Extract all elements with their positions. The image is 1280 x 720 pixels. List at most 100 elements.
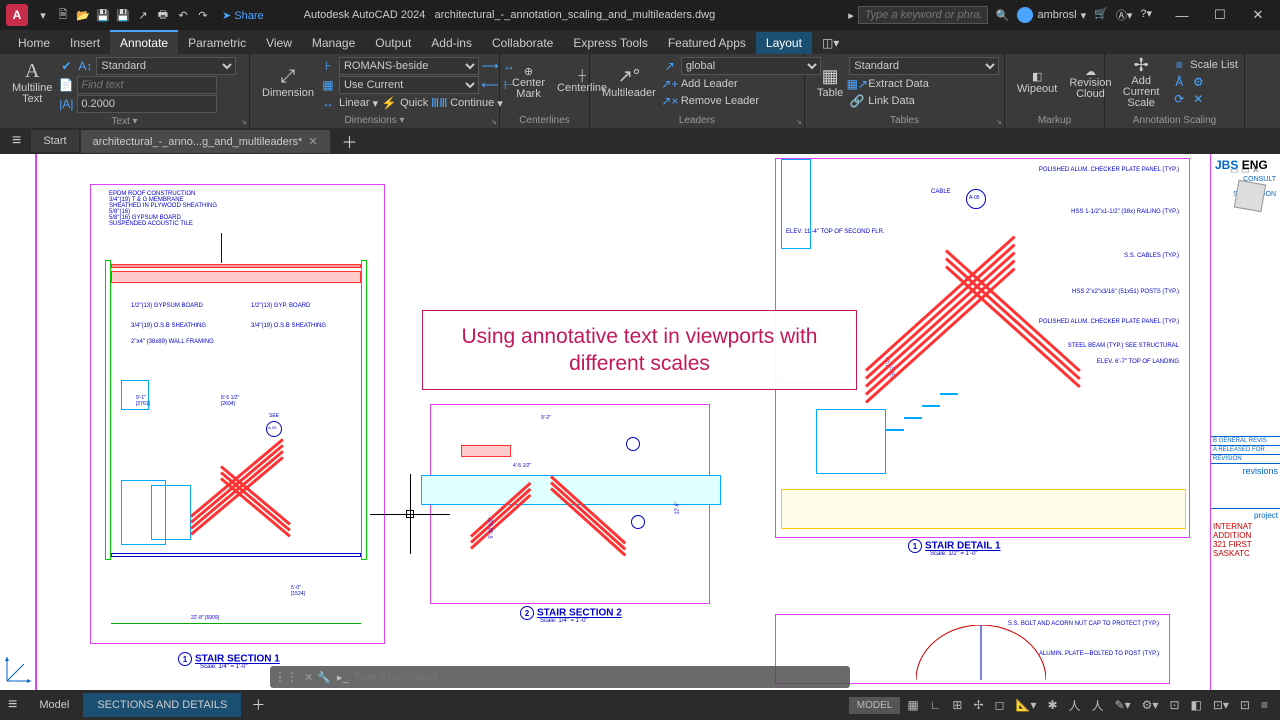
link-button[interactable]: Link Data <box>868 95 914 107</box>
tab-annotate[interactable]: Annotate <box>110 30 178 54</box>
tab-collaborate[interactable]: Collaborate <box>482 32 563 54</box>
hwaccel-icon[interactable]: ⊡ <box>1165 695 1183 715</box>
filetabs-menu-icon[interactable]: ≡ <box>4 132 29 150</box>
tables-launcher-icon[interactable]: ↘ <box>995 117 1002 126</box>
tab-featured[interactable]: Featured Apps <box>658 32 756 54</box>
dim-launcher-icon[interactable]: ↘ <box>490 117 497 126</box>
new-tab-icon[interactable]: ＋ <box>332 129 368 153</box>
dim-override-icon[interactable]: ⟶ <box>482 58 498 74</box>
layout-sections-tab[interactable]: SECTIONS AND DETAILS <box>83 693 241 717</box>
tab-insert[interactable]: Insert <box>60 32 110 54</box>
text-launcher-icon[interactable]: ↘ <box>240 117 247 126</box>
add-scale-button[interactable]: ✢Add Current Scale <box>1111 56 1171 108</box>
tab-express[interactable]: Express Tools <box>563 32 657 54</box>
cmdline-close-icon[interactable]: ✕ <box>304 671 313 684</box>
table-style-select[interactable]: Standard <box>849 57 999 75</box>
cart-icon[interactable]: 🛒 <box>1094 7 1108 23</box>
viewport-2[interactable]: 9'-2" 4'-5 1/2" 5'-10 1/2" 12'-6" <box>430 404 710 604</box>
maximize-icon[interactable]: ☐ <box>1202 1 1238 29</box>
linear-button[interactable]: Linear <box>339 97 370 109</box>
qat-dropdown-icon[interactable]: ▾ <box>34 6 52 24</box>
viewport-1[interactable]: EPDM ROOF CONSTRUCTION 3/4"(19) T & G ME… <box>90 184 385 644</box>
anno-sync-status-icon[interactable]: 人 <box>1088 694 1108 717</box>
gear-icon[interactable]: ⚙▾ <box>1138 695 1163 715</box>
share-button[interactable]: ➤ Share <box>222 9 264 22</box>
iso-icon[interactable]: ◧ <box>1187 695 1206 715</box>
document-tab[interactable]: architectural_-_anno...g_and_multileader… <box>81 130 330 153</box>
anno-sync-icon[interactable]: ⟳ <box>1171 91 1187 107</box>
continue-button[interactable]: Continue <box>450 97 494 109</box>
layout-add-icon[interactable]: ＋ <box>241 695 275 715</box>
drawing-canvas[interactable]: EPDM ROOF CONSTRUCTION 3/4"(19) T & G ME… <box>0 154 1280 690</box>
grid-icon[interactable]: ▦ <box>903 695 922 715</box>
model-tab[interactable]: Model <box>25 693 83 717</box>
ortho-icon[interactable]: ⊞ <box>948 695 966 715</box>
text-style-select[interactable]: Standard <box>96 57 236 75</box>
saveas-icon[interactable]: 💾 <box>114 6 132 24</box>
tab-parametric[interactable]: Parametric <box>178 32 256 54</box>
find-icon[interactable]: 📄 <box>58 77 74 93</box>
open-icon[interactable]: 📂 <box>74 6 92 24</box>
multileader-button[interactable]: ↗°Multileader <box>596 56 662 108</box>
close-icon[interactable]: ✕ <box>1240 1 1276 29</box>
viewcube-minimize-icon[interactable]: ▭ ▭ ✕ <box>1230 165 1260 175</box>
tab-manage[interactable]: Manage <box>302 32 365 54</box>
undo-icon[interactable]: ↶ <box>174 6 192 24</box>
polar-icon[interactable]: ✢ <box>969 695 987 715</box>
tab-extra[interactable]: ◫▾ <box>812 32 849 54</box>
quick-button[interactable]: Quick <box>400 97 428 109</box>
anno-del-icon[interactable]: ✕ <box>1190 91 1206 107</box>
tab-home[interactable]: Home <box>8 32 60 54</box>
search-icon[interactable]: 🔍 <box>996 9 1010 22</box>
tab-close-icon[interactable]: ✕ <box>308 136 317 148</box>
use-current-select[interactable]: Use Current <box>339 76 479 94</box>
command-input[interactable] <box>353 671 846 683</box>
anno-auto-icon[interactable]: ⚙ <box>1190 74 1206 90</box>
app-switcher-icon[interactable]: Ⓐ▾ <box>1116 7 1133 23</box>
cleanscreen-icon[interactable]: ⊡ <box>1236 695 1254 715</box>
anno-vis-status-icon[interactable]: ✱ <box>1043 695 1061 715</box>
viewcube-cube[interactable] <box>1234 180 1266 212</box>
multiline-text-button[interactable]: A Multiline Text <box>6 56 58 108</box>
save-icon[interactable]: 💾 <box>94 6 112 24</box>
minimize-icon[interactable]: — <box>1164 1 1200 29</box>
viewcube[interactable]: ▭ ▭ ✕ <box>1230 160 1270 225</box>
tab-output[interactable]: Output <box>365 32 421 54</box>
wipeout-button[interactable]: ◧Wipeout <box>1011 56 1063 108</box>
extract-button[interactable]: Extract Data <box>868 78 929 90</box>
workspace-icon[interactable]: ✎▾ <box>1111 695 1135 715</box>
anno-vis-icon[interactable]: Å <box>1171 74 1187 90</box>
tab-addins[interactable]: Add-ins <box>421 32 482 54</box>
check-icon[interactable]: ✔ <box>58 58 74 74</box>
remove-leader-button[interactable]: Remove Leader <box>681 95 759 107</box>
dimension-button[interactable]: ⤢ Dimension <box>256 56 320 108</box>
tab-view[interactable]: View <box>256 32 302 54</box>
help-icon[interactable]: ?▾ <box>1140 7 1152 23</box>
scale-list-button[interactable]: Scale List <box>1190 59 1238 71</box>
tab-layout[interactable]: Layout <box>756 32 812 54</box>
anno-auto-status-icon[interactable]: 人 <box>1065 694 1085 717</box>
start-tab[interactable]: Start <box>31 130 78 152</box>
dim-adjust-icon[interactable]: ⟵ <box>482 77 498 93</box>
web-icon[interactable]: ↗ <box>134 6 152 24</box>
cmdline-config-icon[interactable]: 🔧 <box>317 671 331 684</box>
plot-icon[interactable]: 🖶 <box>154 6 172 24</box>
search-caret-icon[interactable]: ▸ <box>848 9 854 22</box>
text-height-input[interactable] <box>77 95 217 113</box>
search-input[interactable] <box>858 6 988 24</box>
model-space-button[interactable]: MODEL <box>849 697 901 714</box>
units-icon[interactable]: ⊡▾ <box>1209 695 1233 715</box>
new-icon[interactable]: 🗎 <box>54 6 72 24</box>
redo-icon[interactable]: ↷ <box>194 6 212 24</box>
snap-icon[interactable]: ∟ <box>926 695 946 715</box>
dim-style-select[interactable]: ROMANS-beside <box>339 57 479 75</box>
table-button[interactable]: ▦Table <box>811 56 849 108</box>
cmdline-handle-icon[interactable]: ⋮⋮ <box>274 670 298 684</box>
ucs-icon[interactable] <box>4 654 34 684</box>
user-menu[interactable]: ambrosl ▾ <box>1017 7 1086 23</box>
find-input[interactable] <box>77 76 217 94</box>
leader-style-select[interactable]: global <box>681 57 821 75</box>
scale-icon[interactable]: 📐▾ <box>1012 695 1041 715</box>
add-leader-button[interactable]: Add Leader <box>681 78 738 90</box>
centermark-button[interactable]: ⊕Center Mark <box>506 56 551 108</box>
